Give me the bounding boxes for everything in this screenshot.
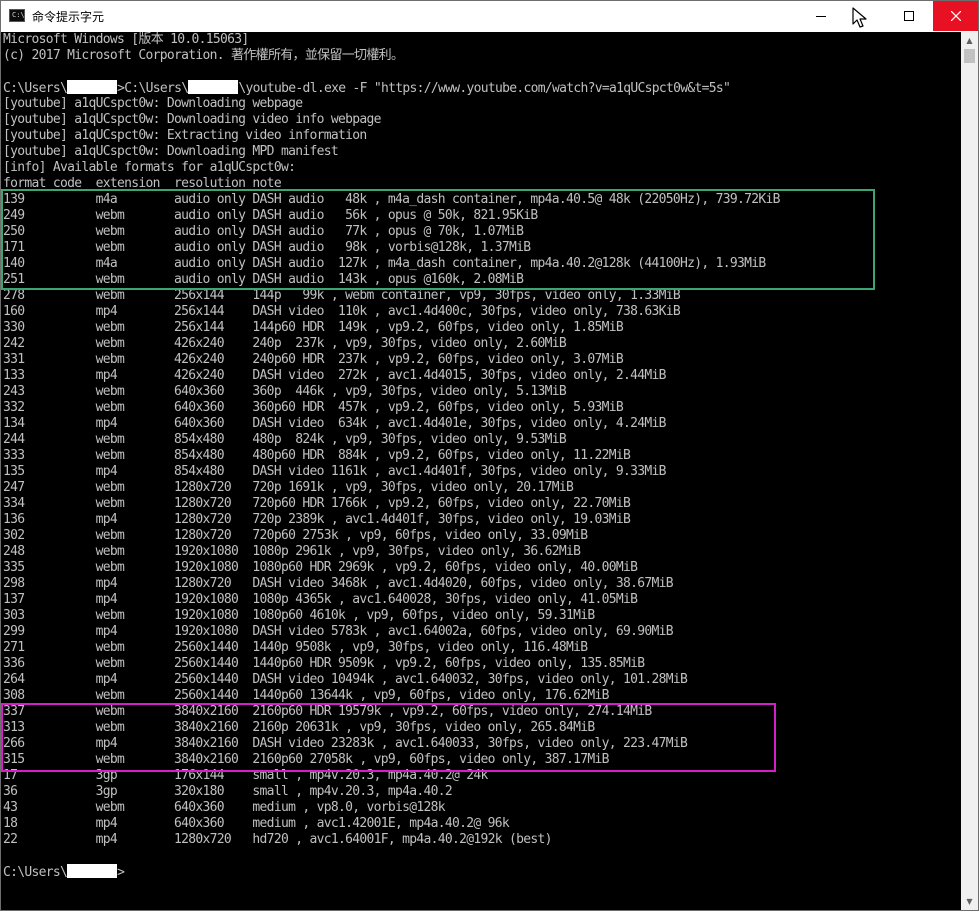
console-line: 334 webm 1280x720 720p60 HDR 1766k , vp9… — [3, 496, 631, 511]
console-line: Microsoft Windows [版本 10.0.15063] — [3, 32, 249, 47]
maximize-icon — [904, 11, 914, 21]
console-line: 133 mp4 426x240 DASH video 272k , avc1.4… — [3, 368, 666, 383]
prompt-command-args: \youtube-dl.exe -F "https://www.youtube.… — [238, 81, 731, 96]
window-title: 命令提示字元 — [32, 10, 105, 24]
scroll-down-arrow-icon[interactable]: ▼ — [961, 893, 978, 910]
console-line: 278 webm 256x144 144p 99k , webm contain… — [3, 288, 681, 303]
console-line: 332 webm 640x360 360p60 HDR 457k , vp9.2… — [3, 400, 624, 415]
redacted-username — [67, 864, 118, 878]
console-line: [youtube] a1qUCspct0w: Downloading MPD m… — [3, 144, 339, 159]
console-app-icon: C:\ — [9, 9, 25, 22]
console-line: 22 mp4 1280x720 hd720 , avc1.64001F, mp4… — [3, 832, 552, 847]
console-line: 243 webm 640x360 360p 446k , vp9, 30fps,… — [3, 384, 567, 399]
console-line: 299 mp4 1920x1080 DASH video 5783k , avc… — [3, 624, 674, 639]
console-line: 302 webm 1280x720 720p60 2753k , vp9, 60… — [3, 528, 588, 543]
console-line: 298 mp4 1280x720 DASH video 3468k , avc1… — [3, 576, 674, 591]
console-line: 36 3gp 320x180 small , mp4v.20.3, mp4a.4… — [3, 784, 453, 799]
console-line: 308 webm 2560x1440 1440p60 13644k , vp9,… — [3, 688, 609, 703]
scrollbar-thumb[interactable] — [964, 49, 975, 63]
console-line: 43 webm 640x360 medium , vp8.0, vorbis@1… — [3, 800, 446, 815]
title-bar[interactable]: C:\ 命令提示字元 — [1, 1, 978, 32]
minimize-button[interactable] — [799, 1, 843, 31]
close-button[interactable] — [933, 1, 978, 31]
console-line: 242 webm 426x240 240p 237k , vp9, 30fps,… — [3, 336, 567, 351]
prompt-line: C:\Users\ > — [3, 864, 780, 880]
redacted-username — [67, 80, 118, 94]
console-line: 137 mp4 1920x1080 1080p 4365k , avc1.640… — [3, 592, 638, 607]
close-icon — [950, 11, 961, 21]
redacted-username — [188, 80, 239, 94]
console-window: C:\ 命令提示字元 Microsoft Windows [版本 10.0.15… — [0, 0, 979, 911]
console-line: 247 webm 1280x720 720p 1691k , vp9, 30fp… — [3, 480, 574, 495]
console-line: (c) 2017 Microsoft Corporation. 著作權所有，並保… — [3, 48, 404, 63]
console-line: 18 mp4 640x360 medium , avc1.42001E, mp4… — [3, 816, 510, 831]
console-line: 303 webm 1920x1080 1080p60 4610k , vp9, … — [3, 608, 595, 623]
mouse-pointer-icon — [852, 7, 867, 28]
console-line: [youtube] a1qUCspct0w: Extracting video … — [3, 128, 367, 143]
console-line: 134 mp4 640x360 DASH video 634k , avc1.4… — [3, 416, 666, 431]
maximize-button[interactable] — [887, 1, 931, 31]
console-line: 336 webm 2560x1440 1440p60 HDR 9509k , v… — [3, 656, 645, 671]
console-line: 248 webm 1920x1080 1080p 2961k , vp9, 30… — [3, 544, 581, 559]
uhd-formats-highlight — [1, 703, 776, 772]
scroll-up-arrow-icon[interactable]: ▲ — [961, 32, 978, 49]
prompt-path: C:\Users\ — [3, 865, 68, 880]
prompt-command: >C:\Users\ — [117, 81, 189, 96]
console-line: 160 mp4 256x144 DASH video 110k , avc1.4… — [3, 304, 681, 319]
console-line: 271 webm 2560x1440 1440p 9508k , vp9, 30… — [3, 640, 588, 655]
vertical-scrollbar[interactable]: ▲ ▼ — [961, 32, 978, 910]
console-line: 244 webm 854x480 480p 824k , vp9, 30fps,… — [3, 432, 567, 447]
console-line: 333 webm 854x480 480p60 HDR 884k , vp9.2… — [3, 448, 631, 463]
console-line: 335 webm 1920x1080 1080p60 HDR 2969k , v… — [3, 560, 638, 575]
prompt-command-line: C:\Users\ >C:\Users\ \youtube-dl.exe -F "h… — [3, 80, 780, 96]
prompt-symbol: > — [117, 865, 125, 880]
console-output[interactable]: Microsoft Windows [版本 10.0.15063] (c) 201… — [1, 32, 961, 910]
console-line: [youtube] a1qUCspct0w: Downloading video… — [3, 112, 381, 127]
console-line: 136 mp4 1280x720 720p 2389k , avc1.4d401… — [3, 512, 631, 527]
audio-formats-highlight — [1, 189, 875, 290]
prompt-path: C:\Users\ — [3, 81, 68, 96]
console-line: [youtube] a1qUCspct0w: Downloading webpa… — [3, 96, 303, 111]
console-line: 330 webm 256x144 144p60 HDR 149k , vp9.2… — [3, 320, 624, 335]
minimize-icon — [816, 16, 826, 17]
console-line: 331 webm 426x240 240p60 HDR 237k , vp9.2… — [3, 352, 624, 367]
console-line: [info] Available formats for a1qUCspct0w… — [3, 160, 296, 175]
console-line: 264 mp4 2560x1440 DASH video 10494k , av… — [3, 672, 688, 687]
console-line: 135 mp4 854x480 DASH video 1161k , avc1.… — [3, 464, 666, 479]
